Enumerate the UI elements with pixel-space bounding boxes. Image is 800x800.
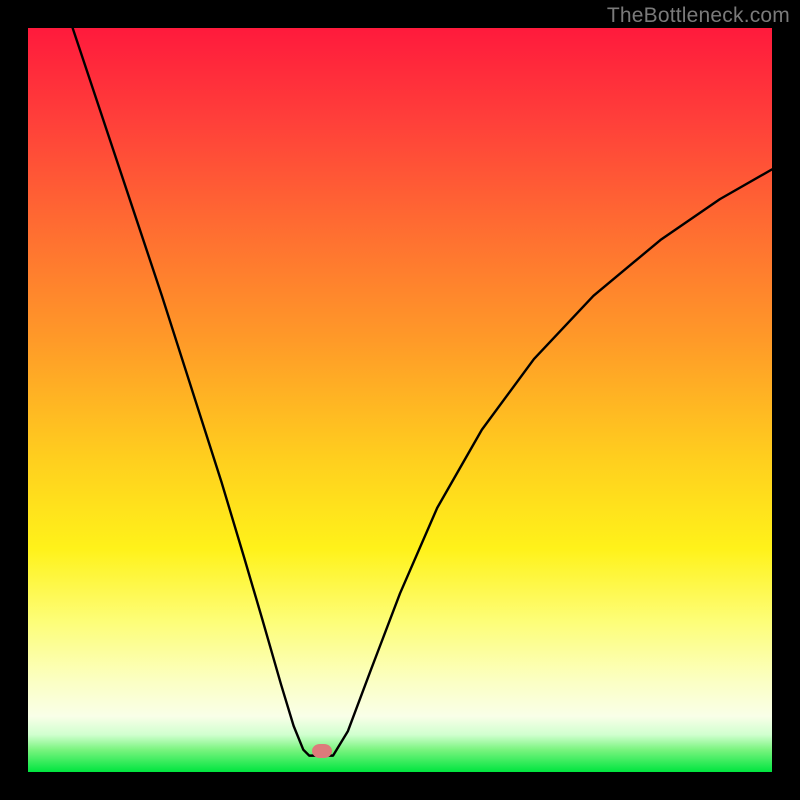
watermark-text: TheBottleneck.com — [607, 4, 790, 28]
bottleneck-curve — [28, 28, 772, 772]
curve-path — [73, 28, 772, 756]
plot-area — [28, 28, 772, 772]
optimum-marker-icon — [312, 744, 332, 758]
